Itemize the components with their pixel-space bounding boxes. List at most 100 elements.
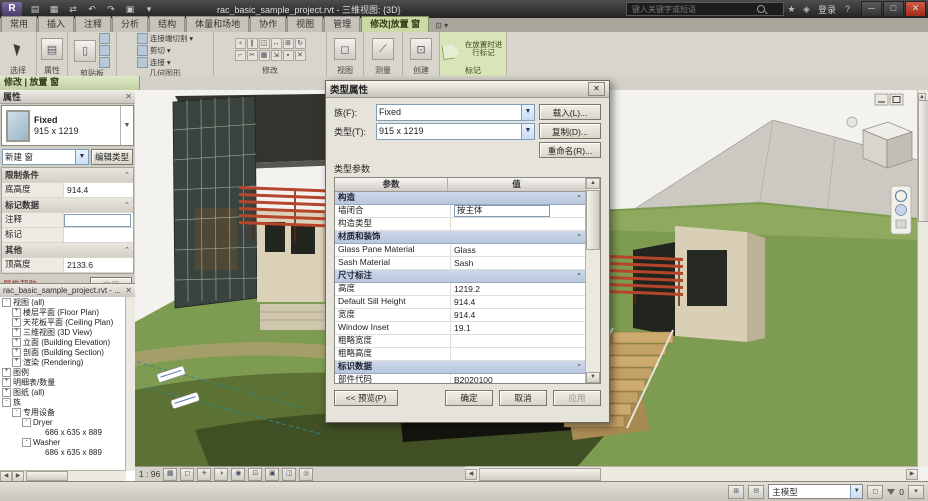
param-row[interactable]: 粗略宽度 [335, 335, 585, 348]
rename-button[interactable]: 重命名(R)... [539, 142, 601, 158]
view-scale-label[interactable]: 1 : 96 [139, 469, 160, 479]
view-horizontal-scrollbar[interactable]: ◀ ▶ [465, 466, 918, 481]
tree-item-dryer[interactable]: - Dryer [0, 417, 126, 427]
subscription-star-icon[interactable]: ★ [784, 4, 799, 15]
mirror-icon[interactable]: ◫ [258, 37, 270, 49]
property-row[interactable]: 底高度 914.4 [2, 183, 133, 198]
properties-close-icon[interactable]: ✕ [125, 92, 132, 101]
tree-item-renderings[interactable]: + 渲染 (Rendering) [0, 357, 126, 367]
sign-in-label[interactable]: 登录 [818, 3, 836, 16]
help-search-box[interactable] [625, 2, 784, 16]
create-group-icon[interactable]: ⊡ [410, 38, 432, 60]
sync-icon[interactable]: ⇄ [65, 2, 81, 17]
detail-level-icon[interactable]: ▦ [163, 467, 178, 481]
property-row[interactable]: 注释 [2, 213, 133, 228]
scale-icon[interactable]: ⇲ [270, 49, 282, 61]
expander-icon[interactable]: - [22, 437, 31, 447]
properties-icon[interactable]: ▤ [41, 38, 63, 60]
zoom-icon[interactable] [895, 204, 907, 216]
view-vertical-scrollbar[interactable]: ▲ [917, 90, 928, 467]
minimize-button[interactable]: ─ [861, 1, 882, 17]
press-drag-icon[interactable]: ▾ [908, 484, 924, 499]
shadows-icon[interactable]: ◑ [214, 467, 229, 481]
browser-horizontal-scrollbar[interactable]: ◀ ▶ [0, 470, 126, 482]
param-group-row[interactable]: 标识数据 ⌃ [335, 361, 585, 374]
param-row[interactable]: 高度 1219.2 [335, 283, 585, 296]
tree-item-washer[interactable]: - Washer [0, 437, 126, 447]
tab-insert[interactable]: 插入 [38, 16, 75, 32]
worksharing-icon[interactable]: ⊞ [728, 484, 745, 499]
cancel-button[interactable]: 取消 [499, 390, 547, 406]
expander-icon[interactable]: + [12, 337, 21, 347]
project-browser-header[interactable]: rac_basic_sample_project.rvt - ... ✕ [0, 284, 135, 298]
delete-icon[interactable]: ✕ [294, 49, 306, 61]
tab-manage[interactable]: 管理 [324, 16, 361, 32]
expander-icon[interactable]: - [12, 407, 21, 417]
split-icon[interactable]: ✂ [246, 49, 258, 61]
type-selector-dropdown-icon[interactable]: ▼ [120, 106, 133, 145]
param-row[interactable]: 粗略高度 [335, 348, 585, 361]
property-row[interactable]: 标记 [2, 228, 133, 243]
tab-view[interactable]: 视图 [287, 16, 324, 32]
type-select[interactable]: 915 x 1219 ▼ [376, 122, 535, 140]
preview-button[interactable]: << 预览(P) [334, 390, 398, 406]
expander-icon[interactable]: + [2, 377, 11, 387]
home-icon[interactable] [846, 116, 858, 128]
scroll-up-icon[interactable]: ▲ [586, 178, 600, 189]
tree-item-sections[interactable]: + 剖面 (Building Section) [0, 347, 126, 357]
tree-item-schedules[interactable]: + 明细表/数量 [0, 377, 126, 387]
param-row[interactable]: Default Sill Height 914.4 [335, 296, 585, 309]
group-tag-data[interactable]: 标记数据 ⌃ [2, 198, 133, 213]
dialog-title-bar[interactable]: 类型属性 ✕ [326, 81, 609, 98]
family-select[interactable]: Fixed ▼ [376, 103, 535, 121]
copy-tool-icon[interactable]: ⊞ [282, 37, 294, 49]
table-vertical-scrollbar[interactable]: ▲ ▼ [585, 178, 600, 383]
join-button[interactable]: 连接 ▾ [136, 57, 193, 68]
tree-item-legends[interactable]: + 图例 [0, 367, 126, 377]
edit-type-button[interactable]: 编辑类型 [90, 148, 133, 165]
expander-icon[interactable]: - [22, 417, 31, 427]
visual-style-icon[interactable]: ◻ [180, 467, 195, 481]
help-icon[interactable]: ? [840, 4, 855, 14]
scroll-thumb[interactable] [586, 190, 600, 250]
ok-button[interactable]: 确定 [445, 390, 493, 406]
tree-item-3d-views[interactable]: + 三维视图 (3D View) [0, 327, 126, 337]
trim-icon[interactable]: ⌐ [234, 49, 246, 61]
save-icon[interactable]: ▦ [46, 2, 62, 17]
pan-icon[interactable] [895, 219, 907, 229]
scroll-right-icon[interactable]: ▶ [906, 468, 918, 480]
copy-icon[interactable] [99, 45, 110, 56]
offset-icon[interactable]: ∥ [246, 37, 258, 49]
expander-icon[interactable]: + [12, 317, 21, 327]
search-icon[interactable] [756, 5, 765, 13]
filter-icon[interactable] [887, 488, 896, 495]
element-filter-select[interactable]: 新建 窗 ▼ [2, 148, 89, 165]
revit-menu-button[interactable]: R [2, 2, 22, 16]
cut-icon[interactable] [99, 33, 110, 44]
browser-vertical-scrollbar[interactable] [125, 297, 135, 471]
dialog-apply-button[interactable]: 应用 [553, 390, 601, 406]
show-rendering-dialog-icon[interactable]: ◉ [231, 467, 246, 481]
undo-icon[interactable]: ↶ [84, 2, 100, 17]
redo-icon[interactable]: ↷ [103, 2, 119, 17]
reveal-hidden-elements-icon[interactable]: ◎ [299, 467, 314, 481]
expander-icon[interactable]: + [2, 367, 11, 377]
dialog-close-icon[interactable]: ✕ [588, 82, 605, 96]
scroll-left-icon[interactable]: ◀ [465, 468, 477, 480]
duplicate-button[interactable]: 复制(D)... [539, 123, 601, 139]
comments-input[interactable] [64, 213, 131, 227]
param-group-row[interactable]: 材质和装饰 ⌃ [335, 231, 585, 244]
ribbon-minimize-icon[interactable]: ⊡ ▾ [435, 21, 448, 32]
scroll-thumb[interactable] [918, 100, 928, 222]
scroll-thumb[interactable] [479, 467, 601, 481]
expander-icon[interactable]: + [12, 357, 21, 367]
align-icon[interactable]: ⫞ [234, 37, 246, 49]
param-row[interactable]: 墙闭合 按主体 [335, 205, 585, 218]
expander-icon[interactable]: + [12, 327, 21, 337]
design-options-select[interactable]: 主模型 ▼ [768, 484, 864, 499]
properties-palette-header[interactable]: 属性 ✕ [0, 90, 135, 104]
load-button[interactable]: 载入(L)... [539, 104, 601, 120]
tree-item-washer-type[interactable]: 686 x 635 x 889 [0, 447, 126, 457]
param-group-row[interactable]: 构造 ⌃ [335, 192, 585, 205]
search-input[interactable] [629, 3, 754, 15]
